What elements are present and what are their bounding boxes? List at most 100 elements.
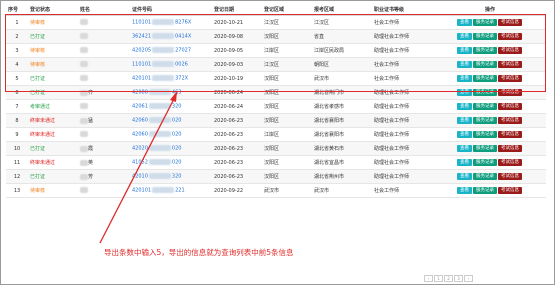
row-reg-area: 江汉区 (262, 57, 312, 72)
pager-1[interactable]: 1 (434, 275, 443, 282)
pager-2[interactable]: 2 (444, 275, 453, 282)
id-start: 42020 (132, 145, 148, 152)
service-record-button[interactable]: 服务记录 (473, 131, 497, 138)
exam-info-button[interactable]: 考试信息 (498, 131, 522, 138)
row-status: 已打证 (28, 169, 78, 184)
row-num: 10 (6, 141, 28, 156)
row-id: 420101 221 (130, 183, 212, 198)
pager-next[interactable]: › (464, 275, 473, 282)
row-actions: 查看 服务记录 考试信息 (434, 183, 546, 198)
blurred-id (148, 173, 171, 180)
row-exam-area: 湖北省孝感市 (312, 99, 372, 114)
service-record-button[interactable]: 服务记录 (473, 47, 497, 54)
view-button[interactable]: 查看 (457, 145, 472, 152)
row-exam-area: 江汉区 (312, 15, 372, 30)
id-start: 420101 (132, 75, 152, 82)
table-row: 4 待审核 110101 0026 2020-09-03 江汉区 朝阳区 社会工作师 查看 服务记… (6, 57, 546, 72)
status-badge: 终审未通过 (30, 118, 56, 124)
row-actions: 查看 服务记录 考试信息 (434, 127, 546, 142)
row-reg-area: 汉阳区 (262, 155, 312, 170)
service-record-button[interactable]: 服务记录 (473, 89, 497, 96)
row-level: 助理社会工作师 (372, 43, 434, 58)
exam-info-button[interactable]: 考试信息 (498, 187, 522, 194)
status-badge: 待审核 (30, 48, 46, 54)
row-num: 6 (6, 85, 28, 100)
exam-info-button[interactable]: 考试信息 (498, 159, 522, 166)
exam-info-button[interactable]: 考试信息 (498, 145, 522, 152)
row-actions: 查看 服务记录 考试信息 (434, 57, 546, 72)
service-record-button[interactable]: 服务记录 (473, 75, 497, 82)
exam-info-button[interactable]: 考试信息 (498, 61, 522, 68)
exam-info-button[interactable]: 考试信息 (498, 47, 522, 54)
row-reg-area: 汉阳区 (262, 141, 312, 156)
row-reg-area: 汉阳区 (262, 169, 312, 184)
view-button[interactable]: 查看 (457, 103, 472, 110)
service-record-button[interactable]: 服务记录 (473, 117, 497, 124)
view-button[interactable]: 查看 (457, 159, 472, 166)
exam-info-button[interactable]: 考试信息 (498, 89, 522, 96)
row-level: 助理社会工作师 (372, 113, 434, 128)
view-button[interactable]: 查看 (457, 131, 472, 138)
row-status: 考审通过 (28, 99, 78, 114)
exam-info-button[interactable]: 考试信息 (498, 173, 522, 180)
row-date: 2020-09-08 (212, 29, 262, 44)
blurred-name (80, 33, 88, 40)
pager-prev[interactable]: ‹ (424, 275, 433, 282)
id-end: 320 (171, 103, 182, 110)
view-button[interactable]: 查看 (457, 33, 472, 40)
view-button[interactable]: 查看 (457, 19, 472, 26)
id-start: 42010 (132, 173, 148, 180)
service-record-button[interactable]: 服务记录 (473, 159, 497, 166)
service-record-button[interactable]: 服务记录 (473, 61, 497, 68)
exam-info-button[interactable]: 考试信息 (498, 75, 522, 82)
service-record-button[interactable]: 服务记录 (473, 103, 497, 110)
row-actions: 查看 服务记录 考试信息 (434, 113, 546, 128)
id-end: 020 (171, 131, 182, 138)
view-button[interactable]: 查看 (457, 117, 472, 124)
blurred-name (80, 117, 88, 124)
status-badge: 待审核 (30, 20, 46, 26)
blurred-id (152, 75, 175, 82)
row-num: 9 (6, 127, 28, 142)
pager-3[interactable]: 3 (454, 275, 463, 282)
row-actions: 查看 服务记录 考试信息 (434, 141, 546, 156)
table-row: 1 待审核 110101 8276X 2020-10-21 江汉区 江汉区 社会工作师 查看 服务… (6, 15, 546, 30)
view-button[interactable]: 查看 (457, 173, 472, 180)
exam-info-button[interactable]: 考试信息 (498, 117, 522, 124)
blurred-id (148, 159, 171, 166)
exam-info-button[interactable]: 考试信息 (498, 103, 522, 110)
service-record-button[interactable]: 服务记录 (473, 19, 497, 26)
service-record-button[interactable]: 服务记录 (473, 173, 497, 180)
view-button[interactable]: 查看 (457, 89, 472, 96)
row-id: 42060 020 (130, 113, 212, 128)
row-reg-area: 汉阳区 (262, 85, 312, 100)
exam-info-button[interactable]: 考试信息 (498, 33, 522, 40)
row-actions: 查看 服务记录 考试信息 (434, 43, 546, 58)
blurred-id (148, 131, 171, 138)
blurred-name (80, 75, 88, 82)
table-body: 1 待审核 110101 8276X 2020-10-21 江汉区 江汉区 社会工作师 查看 服务… (6, 15, 546, 198)
row-date: 2020-06-23 (212, 141, 262, 156)
exam-info-button[interactable]: 考试信息 (498, 19, 522, 26)
row-name (78, 183, 130, 198)
id-end: 27027 (175, 47, 191, 54)
row-num: 1 (6, 15, 28, 30)
row-actions: 查看 服务记录 考试信息 (434, 169, 546, 184)
service-record-button[interactable]: 服务记录 (473, 33, 497, 40)
row-actions: 查看 服务记录 考试信息 (434, 71, 546, 86)
row-date: 2020-06-23 (212, 127, 262, 142)
row-exam-area: 湖北省荆州市 (312, 169, 372, 184)
service-record-button[interactable]: 服务记录 (473, 187, 497, 194)
row-level: 助理社会工作师 (372, 169, 434, 184)
view-button[interactable]: 查看 (457, 47, 472, 54)
row-name: 猛 (78, 113, 130, 128)
service-record-button[interactable]: 服务记录 (473, 145, 497, 152)
row-name (78, 127, 130, 142)
blurred-name (80, 47, 88, 54)
view-button[interactable]: 查看 (457, 187, 472, 194)
row-exam-area: 武汉市 (312, 183, 372, 198)
view-button[interactable]: 查看 (457, 75, 472, 82)
view-button[interactable]: 查看 (457, 61, 472, 68)
row-exam-area: 江岸区民政局 (312, 43, 372, 58)
row-num: 5 (6, 71, 28, 86)
